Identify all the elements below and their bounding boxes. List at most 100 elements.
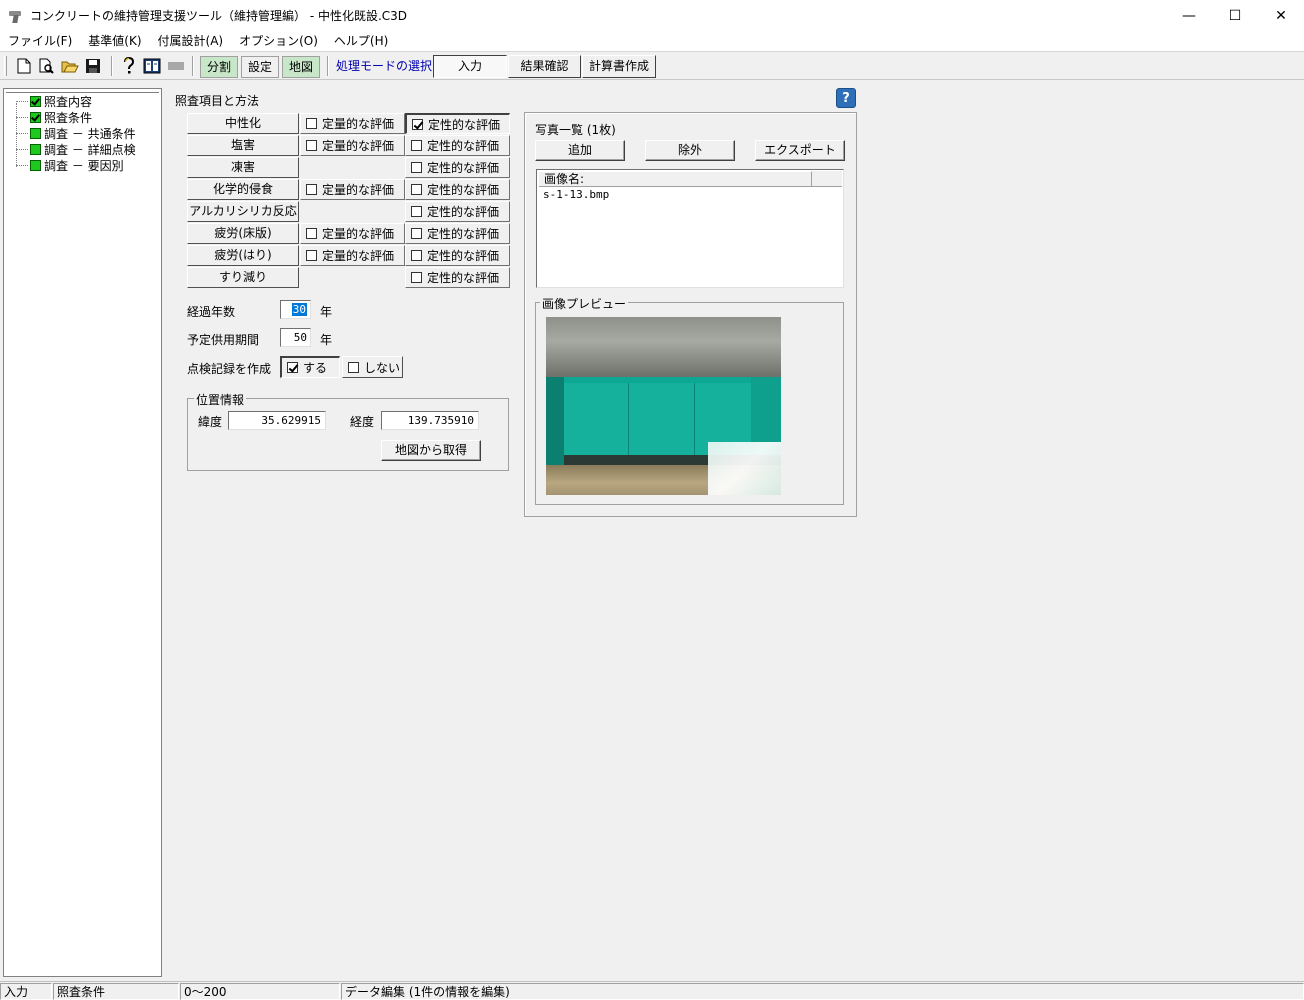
help-icon[interactable]: ? — [836, 88, 856, 108]
tab-report[interactable]: 計算書作成 — [582, 55, 656, 78]
qualitative-chemical-erosion[interactable]: 定性的な評価 — [405, 179, 510, 200]
qualitative-fatigue-beam[interactable]: 定性的な評価 — [405, 245, 510, 266]
print-preview-icon[interactable] — [37, 56, 57, 76]
menu-file[interactable]: ファイル(F) — [0, 31, 80, 51]
toolbar-separator — [111, 56, 113, 76]
qualitative-salt-damage[interactable]: 定性的な評価 — [405, 135, 510, 156]
section-title: 照査項目と方法 — [175, 94, 260, 108]
checkbox[interactable] — [411, 228, 422, 239]
open-folder-icon[interactable] — [60, 56, 80, 76]
qualitative-alkali-silica[interactable]: 定性的な評価 — [405, 201, 510, 222]
qualitative-fatigue-slab[interactable]: 定性的な評価 — [405, 223, 510, 244]
quantitative-salt-damage[interactable]: 定量的な評価 — [300, 135, 405, 156]
minimize-button[interactable]: — — [1166, 0, 1212, 31]
photo-list[interactable]: 画像名: s-1-13.bmp — [536, 169, 844, 288]
longitude-field[interactable]: 139.735910 — [381, 411, 479, 430]
latitude-field[interactable]: 35.629915 — [228, 411, 326, 430]
checkbox[interactable] — [306, 228, 317, 239]
checkbox[interactable] — [306, 250, 317, 261]
menu-attached-design[interactable]: 付属設計(A) — [150, 31, 232, 51]
status-square-icon — [30, 159, 41, 171]
tab-input[interactable]: 入力 — [433, 55, 507, 78]
checkbox[interactable] — [411, 140, 422, 151]
elapsed-years-label: 経過年数 — [187, 305, 236, 319]
inspection-record-no[interactable]: しない — [342, 356, 403, 378]
item-salt-damage[interactable]: 塩害 — [187, 135, 299, 156]
mode-selection-label: 処理モードの選択 — [336, 59, 433, 73]
elapsed-years-field[interactable]: 30 — [280, 300, 311, 319]
add-photo-button[interactable]: 追加 — [535, 140, 625, 161]
quantitative-fatigue-slab[interactable]: 定量的な評価 — [300, 223, 405, 244]
item-frost-damage[interactable]: 凍害 — [187, 157, 299, 178]
toolbar-separator — [327, 56, 329, 76]
tree-item-survey-common[interactable]: 調査 － 共通条件 — [16, 125, 136, 141]
service-period-field[interactable]: 50 — [280, 328, 311, 347]
split-button[interactable]: 分割 — [200, 56, 238, 78]
menu-help[interactable]: ヘルプ(H) — [326, 31, 396, 51]
quantitative-fatigue-beam[interactable]: 定量的な評価 — [300, 245, 405, 266]
qualitative-abrasion[interactable]: 定性的な評価 — [405, 267, 510, 288]
checkbox[interactable] — [411, 162, 422, 173]
disabled-tool-icon — [166, 56, 186, 76]
help-question-icon[interactable] — [119, 56, 139, 76]
tree-item-check-content[interactable]: 照査内容 — [16, 93, 92, 109]
map-button[interactable]: 地図 — [282, 56, 320, 78]
menu-options[interactable]: オプション(O) — [231, 31, 326, 51]
item-fatigue-beam[interactable]: 疲労(はり) — [187, 245, 299, 266]
checkbox[interactable] — [348, 361, 359, 373]
service-period-label: 予定供用期間 — [187, 333, 260, 347]
photo-list-header: 画像名: — [538, 171, 842, 187]
checkbox[interactable] — [306, 184, 317, 195]
image-preview — [546, 317, 781, 495]
tree-item-survey-detailed[interactable]: 調査 － 詳細点検 — [16, 141, 136, 157]
navigation-tree: 照査内容 照査条件 調査 － 共通条件 調査 － 詳細点検 調査 － 要因別 — [3, 88, 162, 977]
export-photo-button[interactable]: エクスポート — [755, 140, 845, 161]
item-abrasion[interactable]: すり減り — [187, 267, 299, 288]
new-file-icon[interactable] — [14, 56, 34, 76]
qualitative-carbonation[interactable]: 定性的な評価 — [405, 113, 510, 134]
manual-book-icon[interactable] — [142, 56, 162, 76]
close-button[interactable]: ✕ — [1258, 0, 1304, 31]
qualitative-frost-damage[interactable]: 定性的な評価 — [405, 157, 510, 178]
toolbar-separator — [192, 56, 194, 76]
list-item[interactable]: s-1-13.bmp — [543, 188, 609, 201]
toolbar-grip[interactable] — [4, 56, 7, 76]
preview-group-title: 画像プレビュー — [540, 295, 629, 312]
checkbox[interactable] — [411, 272, 422, 283]
checkbox[interactable] — [287, 362, 298, 373]
quantitative-chemical-erosion[interactable]: 定量的な評価 — [300, 179, 405, 200]
save-icon[interactable] — [83, 56, 103, 76]
window-title: コンクリートの維持管理支援ツール（維持管理編） - 中性化既設.C3D — [30, 9, 408, 23]
tree-item-check-conditions[interactable]: 照査条件 — [16, 109, 92, 125]
menu-standards[interactable]: 基準値(K) — [80, 31, 149, 51]
get-from-map-button[interactable]: 地図から取得 — [381, 440, 481, 461]
item-fatigue-slab[interactable]: 疲労(床版) — [187, 223, 299, 244]
item-carbonation[interactable]: 中性化 — [187, 113, 299, 134]
remove-photo-button[interactable]: 除外 — [645, 140, 735, 161]
checkbox[interactable] — [411, 184, 422, 195]
column-image-name[interactable]: 画像名: — [538, 171, 812, 187]
checkbox[interactable] — [412, 118, 423, 130]
settings-button[interactable]: 設定 — [241, 56, 279, 78]
quantitative-carbonation[interactable]: 定量的な評価 — [300, 113, 405, 134]
status-range: 0～200 — [180, 983, 340, 1000]
latitude-label: 緯度 — [198, 415, 223, 429]
app-icon — [8, 8, 24, 24]
tab-results[interactable]: 結果確認 — [508, 55, 581, 78]
checkbox[interactable] — [306, 140, 317, 151]
checkbox[interactable] — [411, 206, 422, 217]
checkbox[interactable] — [306, 118, 317, 129]
item-alkali-silica[interactable]: アルカリシリカ反応 — [187, 201, 299, 222]
status-page: 照査条件 — [53, 983, 179, 1000]
checkbox[interactable] — [411, 250, 422, 261]
elapsed-years-unit: 年 — [320, 305, 333, 319]
location-group-title: 位置情報 — [194, 391, 247, 408]
status-bar: 入力 照査条件 0～200 データ編集 (1件の情報を編集) — [0, 981, 1304, 1000]
maximize-button[interactable]: ☐ — [1212, 0, 1258, 31]
status-square-icon — [30, 127, 41, 139]
item-chemical-erosion[interactable]: 化学的侵食 — [187, 179, 299, 200]
inspection-record-yes[interactable]: する — [280, 356, 340, 378]
status-square-icon — [30, 143, 41, 155]
longitude-label: 経度 — [350, 415, 375, 429]
tree-item-survey-factor[interactable]: 調査 － 要因別 — [16, 157, 124, 173]
